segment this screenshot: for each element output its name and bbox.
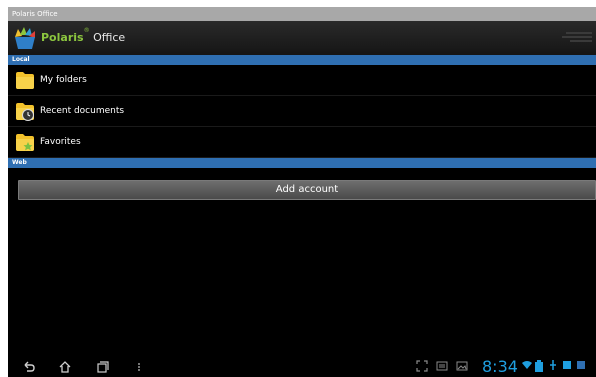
battery-icon bbox=[535, 360, 543, 372]
favorites-folder-icon bbox=[16, 134, 34, 151]
add-account-button[interactable]: Add account bbox=[18, 180, 596, 200]
folder-icon bbox=[16, 72, 34, 89]
usb-icon bbox=[550, 360, 556, 370]
screenshot-icon[interactable] bbox=[416, 360, 428, 372]
add-account-label: Add account bbox=[275, 184, 339, 195]
section-label-local: Local bbox=[12, 56, 30, 63]
app-brand: Polaris® Office bbox=[41, 21, 125, 55]
wifi-icon bbox=[522, 361, 532, 369]
back-icon[interactable] bbox=[22, 360, 36, 374]
brand-suffix: Office bbox=[93, 31, 126, 44]
sync-notification-icon bbox=[577, 361, 585, 369]
recent-documents-icon bbox=[16, 103, 34, 121]
download-notification-icon bbox=[563, 361, 571, 369]
app-screen: Polaris Office Polaris® Office Local My … bbox=[8, 7, 596, 377]
gallery-notification-icon bbox=[456, 361, 468, 371]
list-item-label: Favorites bbox=[40, 137, 81, 147]
header-info-graphic bbox=[558, 30, 592, 44]
polaris-logo-icon bbox=[15, 27, 35, 49]
app-header: Polaris® Office bbox=[8, 21, 596, 55]
home-icon[interactable] bbox=[58, 360, 72, 374]
list-item-label: My folders bbox=[40, 75, 87, 85]
list-item-label: Recent documents bbox=[40, 106, 125, 116]
keyboard-icon bbox=[436, 361, 448, 371]
brand-mark: ® bbox=[83, 27, 90, 34]
list-item-recent-documents[interactable]: Recent documents bbox=[8, 96, 596, 127]
system-navigation-bar: 8:34 bbox=[8, 357, 596, 377]
status-clock: 8:34 bbox=[482, 357, 518, 376]
list-item-my-folders[interactable]: My folders bbox=[8, 65, 596, 96]
section-header-web: Web bbox=[8, 158, 596, 168]
recent-apps-icon[interactable] bbox=[96, 360, 110, 374]
section-header-local: Local bbox=[8, 55, 596, 65]
list-item-favorites[interactable]: Favorites bbox=[8, 127, 596, 158]
window-title: Polaris Office bbox=[12, 10, 58, 18]
section-label-web: Web bbox=[12, 159, 27, 166]
menu-icon[interactable] bbox=[136, 360, 142, 374]
window-titlebar: Polaris Office bbox=[8, 7, 596, 21]
brand-name: Polaris bbox=[41, 31, 84, 44]
